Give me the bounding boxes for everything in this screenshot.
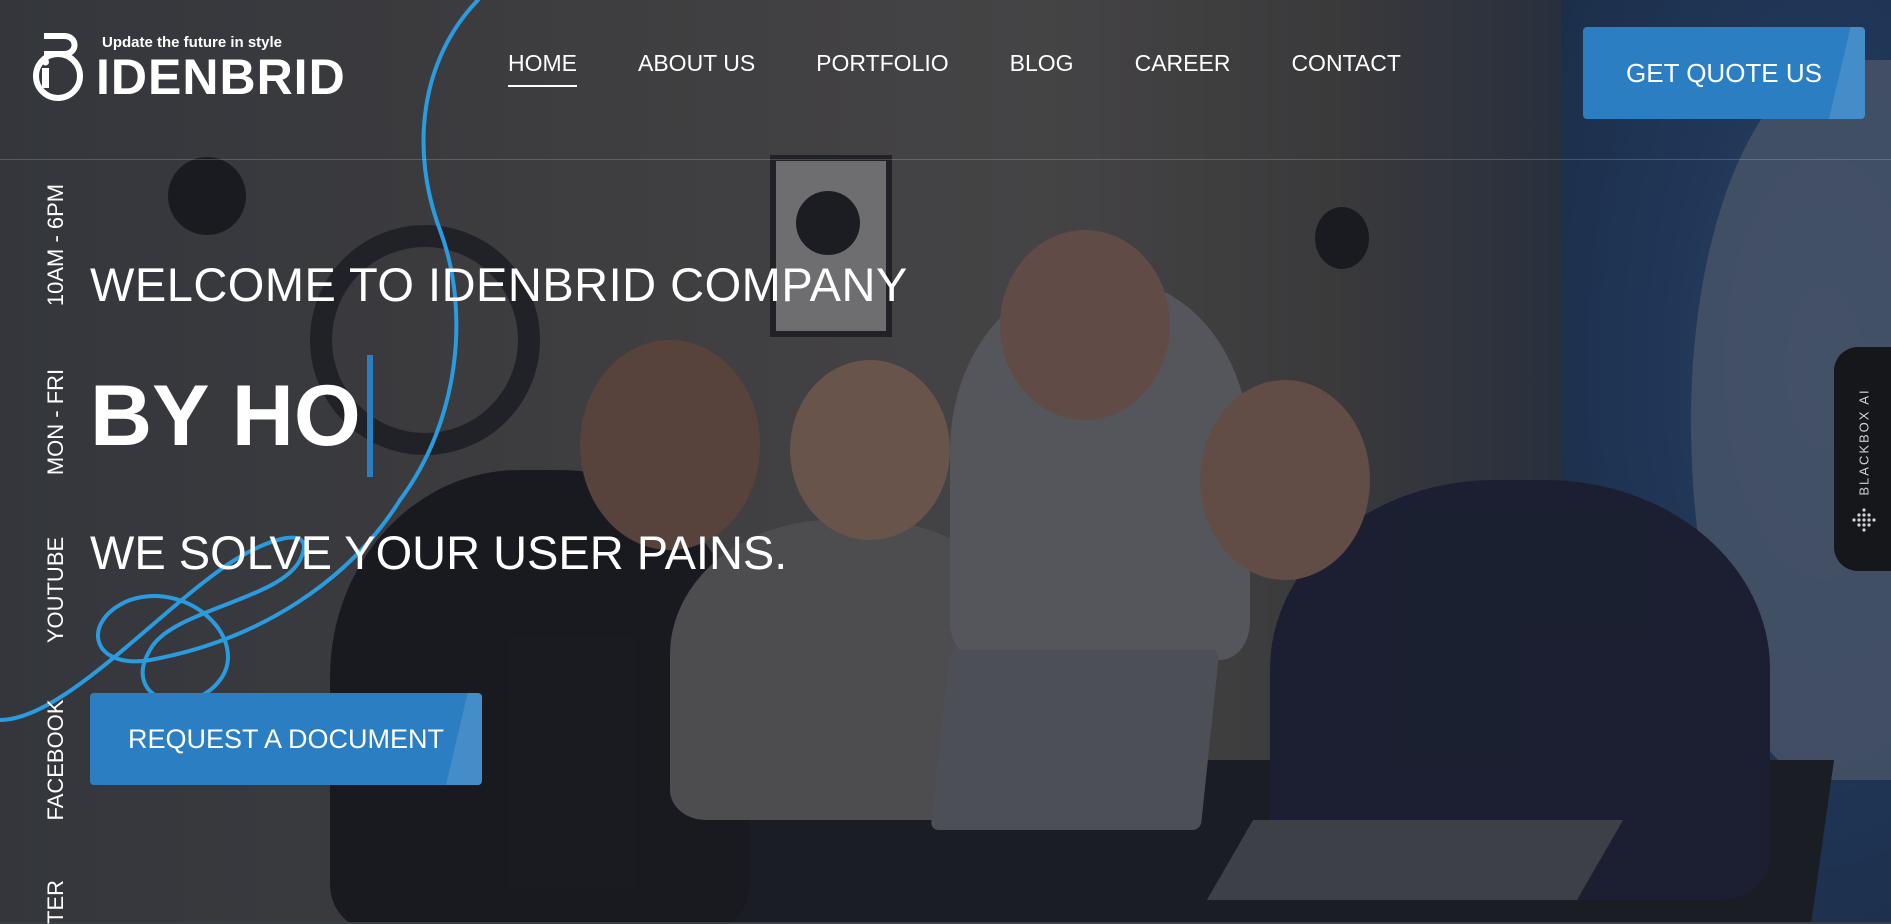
button-accent-shape (446, 693, 482, 785)
nav-item-blog[interactable]: BLOG (1010, 46, 1074, 87)
side-facebook-link[interactable]: FACEBOOK (43, 699, 69, 820)
side-days: MON - FRI (43, 368, 68, 476)
nav-item-career[interactable]: CAREER (1135, 46, 1231, 87)
get-quote-button[interactable]: GET QUOTE US (1583, 27, 1865, 119)
side-youtube-link[interactable]: YOUTUBE (43, 537, 69, 643)
hero-welcome-heading: WELCOME TO IDENBRID COMPANY (90, 258, 908, 311)
blackbox-ai-label: BLACKBOX AI (1856, 388, 1872, 496)
side-hours: 10AM - 6PM (43, 183, 68, 307)
hero-typed-headline: BY HO (90, 355, 373, 477)
nav-item-contact[interactable]: CONTACT (1291, 46, 1400, 87)
logo-name: IDENBRID (96, 49, 346, 105)
blackbox-ai-widget[interactable]: BLACKBOX AI (1834, 347, 1891, 571)
request-document-button[interactable]: REQUEST A DOCUMENT (90, 693, 482, 785)
blackbox-dots-icon (1852, 508, 1876, 532)
nav-item-home[interactable]: HOME (508, 46, 577, 87)
main-nav: HOME ABOUT US PORTFOLIO BLOG CAREER CONT… (508, 46, 1462, 87)
side-twitter-link[interactable]: TER (43, 880, 69, 924)
nav-item-about-us[interactable]: ABOUT US (638, 46, 755, 87)
get-quote-label: GET QUOTE US (1626, 57, 1822, 88)
button-accent-shape (1829, 27, 1865, 119)
site-header: Update the future in style IDENBRID HOME… (0, 0, 1891, 160)
typing-cursor (366, 355, 373, 477)
hero-tagline: WE SOLVE YOUR USER PAINS. (90, 526, 788, 579)
request-document-label: REQUEST A DOCUMENT (127, 723, 445, 754)
nav-item-portfolio[interactable]: PORTFOLIO (816, 46, 949, 87)
hero-typed-text: BY HO (90, 367, 361, 464)
site-logo[interactable]: Update the future in style IDENBRID (30, 28, 350, 108)
side-info-bar: 10AM - 6PM MON - FRI YOUTUBE FACEBOOK TE… (36, 0, 76, 924)
